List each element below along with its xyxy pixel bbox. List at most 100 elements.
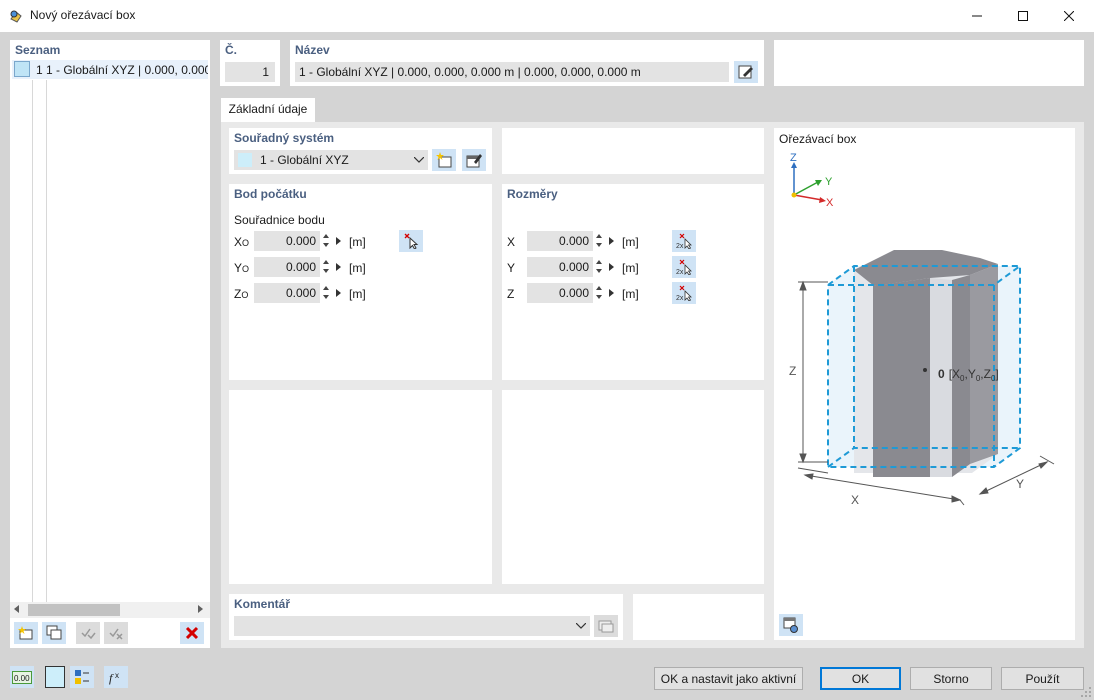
dim-x-label: X (507, 235, 516, 249)
close-button[interactable] (1046, 0, 1092, 32)
pick-dim-y-button[interactable]: 2x (672, 256, 696, 278)
name-label: Název (295, 43, 330, 57)
list-item[interactable]: 1 1 - Globální XYZ | 0.000, 0.000, 0 (12, 60, 208, 79)
list-panel: Seznam 1 1 - Globální XYZ | 0.000, 0.000… (10, 40, 210, 648)
name-field[interactable]: 1 - Globální XYZ | 0.000, 0.000, 0.000 m… (295, 62, 729, 82)
origin-panel: Bod počátku Souřadnice bodu XO 0.000 [m]… (229, 184, 492, 380)
scrollbar-thumb[interactable] (28, 604, 120, 616)
scroll-left-icon[interactable] (14, 605, 19, 613)
tab-basic-data[interactable]: Základní údaje (221, 98, 315, 122)
dim-z-input[interactable]: 0.000 (527, 283, 593, 303)
dim-x-unit: [m] (622, 235, 639, 249)
dimensions-panel: Rozměry X 0.000 [m] 2x Y 0.000 [m] 2x Z … (502, 184, 764, 380)
name-panel: Název 1 - Globální XYZ | 0.000, 0.000, 0… (290, 40, 764, 86)
svg-text:2x: 2x (676, 269, 684, 275)
pick-point-button[interactable] (399, 230, 423, 252)
horizontal-scrollbar[interactable] (10, 602, 210, 618)
new-item-button[interactable] (14, 622, 38, 644)
list-header: Seznam (15, 43, 61, 57)
dim-z-spinner[interactable] (593, 283, 605, 303)
point-coordinates-label: Souřadnice bodu (234, 213, 325, 227)
dim-y-menu-arrow[interactable] (607, 257, 615, 277)
solid-cross-shape (854, 250, 998, 477)
comment-library-button[interactable] (594, 615, 618, 637)
dim-y-spinner[interactable] (593, 257, 605, 277)
edit-name-button[interactable] (734, 61, 758, 83)
empty-panel (502, 390, 764, 584)
copy-item-button[interactable] (42, 622, 66, 644)
color-swatch-icon (238, 153, 252, 167)
delete-button[interactable] (180, 622, 204, 644)
origin-y-spinner[interactable] (320, 257, 332, 277)
origin-y-input[interactable]: 0.000 (254, 257, 320, 277)
resize-grip-icon[interactable] (1080, 686, 1092, 698)
window-title: Nový ořezávací box (30, 8, 136, 22)
origin-z-unit: [m] (349, 287, 366, 301)
dim-y-label: Y (507, 261, 516, 275)
pick-two-points-icon: 2x (676, 259, 692, 275)
axis-triad-icon: Z Y X (790, 152, 834, 209)
pick-point-icon (404, 233, 419, 249)
origin-x-label: XO (234, 235, 250, 249)
comment-panel: Komentář (229, 594, 623, 640)
svg-text:2x: 2x (676, 243, 684, 249)
dimension-z (798, 280, 828, 464)
chevron-down-icon (414, 157, 424, 163)
origin-x-input[interactable]: 0.000 (254, 231, 320, 251)
svg-text:x: x (115, 671, 119, 680)
origin-z-label: ZO (234, 287, 249, 301)
dim-x-spinner[interactable] (593, 231, 605, 251)
color-swatch-icon (14, 61, 30, 77)
ok-button[interactable]: OK (820, 667, 901, 690)
app-icon (8, 8, 24, 24)
origin-z-spinner[interactable] (320, 283, 332, 303)
formula-button[interactable]: fx (104, 666, 128, 688)
pick-dim-z-button[interactable]: 2x (672, 282, 696, 304)
color-picker-button[interactable] (45, 666, 65, 688)
empty-panel (633, 594, 764, 640)
comment-input[interactable] (234, 616, 590, 636)
svg-text:X: X (826, 197, 834, 209)
scroll-right-icon[interactable] (198, 605, 203, 613)
svg-text:Z: Z (789, 364, 796, 378)
new-coord-system-button[interactable] (432, 149, 456, 171)
dim-y-unit: [m] (622, 261, 639, 275)
display-properties-button[interactable] (70, 666, 94, 688)
units-button[interactable]: 0.00 (10, 666, 34, 688)
svg-text:0.00: 0.00 (14, 674, 30, 683)
edit-coord-system-button[interactable] (462, 149, 486, 171)
number-field[interactable]: 1 (225, 62, 275, 82)
origin-y-menu-arrow[interactable] (334, 257, 342, 277)
svg-text:2x: 2x (676, 295, 684, 301)
dim-y-input[interactable]: 0.000 (527, 257, 593, 277)
coord-system-header: Souřadný systém (234, 131, 335, 145)
coord-system-select[interactable]: 1 - Globální XYZ (234, 150, 428, 170)
apply-button[interactable]: Použít (1001, 667, 1084, 690)
dim-x-menu-arrow[interactable] (607, 231, 615, 251)
pick-two-points-icon: 2x (676, 285, 692, 301)
pick-dim-x-button[interactable]: 2x (672, 230, 696, 252)
number-panel: Č. 1 (220, 40, 280, 86)
preview-options-button[interactable] (779, 614, 803, 636)
maximize-button[interactable] (1000, 0, 1046, 32)
origin-x-spinner[interactable] (320, 231, 332, 251)
tree-guide-line (32, 80, 33, 608)
origin-x-unit: [m] (349, 235, 366, 249)
ok-and-set-active-button[interactable]: OK a nastavit jako aktivní (654, 667, 803, 690)
coord-system-panel: Souřadný systém 1 - Globální XYZ (229, 128, 492, 174)
dialog-body: Seznam 1 1 - Globální XYZ | 0.000, 0.000… (0, 32, 1094, 700)
cutting-box-diagram: Z Y X 0 [X0,Y0,Z0] Z X Y (789, 152, 1055, 507)
origin-x-menu-arrow[interactable] (334, 231, 342, 251)
cancel-button[interactable]: Storno (910, 667, 992, 690)
minimize-button[interactable] (954, 0, 1000, 32)
dim-z-menu-arrow[interactable] (607, 283, 615, 303)
check-items-button[interactable] (76, 622, 100, 644)
svg-text:Z: Z (790, 152, 797, 164)
empty-panel (502, 128, 764, 174)
origin-z-menu-arrow[interactable] (334, 283, 342, 303)
pick-two-points-icon: 2x (676, 233, 692, 249)
origin-z-input[interactable]: 0.000 (254, 283, 320, 303)
uncheck-items-button[interactable] (104, 622, 128, 644)
dim-x-input[interactable]: 0.000 (527, 231, 593, 251)
svg-text:Y: Y (1016, 477, 1024, 491)
